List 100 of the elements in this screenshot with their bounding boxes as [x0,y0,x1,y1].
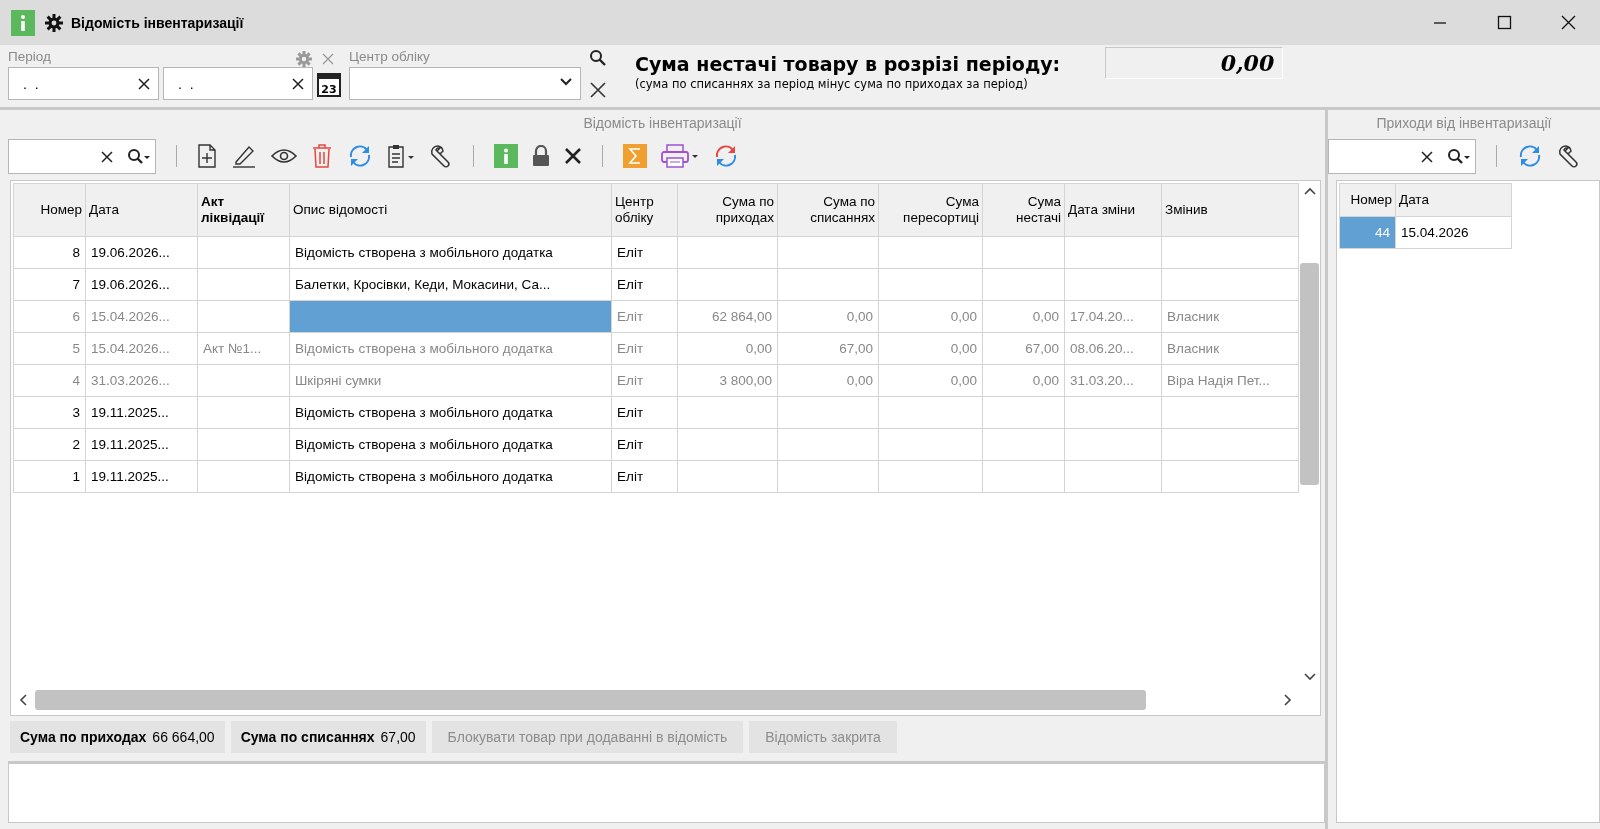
shortage-title: Сума нестачі товару в розрізі періоду: [635,53,1061,75]
calendar-icon[interactable]: 23 [317,70,341,97]
table-cell: Еліт [611,428,678,461]
section-title: Відомість інвентаризації [582,114,743,133]
column-header[interactable]: Змінив [1161,183,1299,237]
clear-icon[interactable] [291,77,305,91]
refresh-icon[interactable] [347,144,373,168]
table-cell: 31.03.20... [1064,364,1162,397]
period-label: Період [8,48,51,66]
column-header[interactable]: Дата зміни [1064,183,1162,237]
dropdown-field[interactable] [349,67,581,100]
lock-icon[interactable] [532,145,550,167]
clear-icon[interactable] [137,77,151,91]
date-field[interactable]: . . [8,67,159,100]
eye-icon[interactable] [271,147,297,165]
window-title: Відомість інвентаризації [71,14,244,31]
column-header[interactable]: Сума по приходах [677,183,778,237]
scroll-down-icon[interactable] [1303,673,1316,681]
total-value: 66 664,00 [152,729,215,745]
column-header[interactable]: Акт ліквідації [197,183,290,237]
table-cell: Відомість створена з мобільного додатка [289,332,612,365]
column-header[interactable]: Дата [1395,183,1512,217]
table-cell: 4 [13,364,86,397]
cancel-icon[interactable] [564,147,582,165]
clipboard-icon[interactable] [387,144,415,168]
delete-icon[interactable] [311,144,333,168]
scroll-left-icon[interactable] [19,694,27,706]
table-cell: 8 [13,236,86,269]
scroll-right-icon[interactable] [1284,694,1292,706]
refresh-icon[interactable] [1517,144,1543,168]
table-cell: 0,00 [777,300,879,333]
table-cell: Акт №1... [197,332,290,365]
table-cell: Відомість створена з мобільного додатка [289,236,612,269]
notes-field[interactable] [8,761,1325,823]
table-cell: 62 864,00 [677,300,778,333]
add-document-icon[interactable] [197,144,217,168]
column-header[interactable]: Сума нестачі [982,183,1065,237]
column-header[interactable]: Сума пересортиці [878,183,983,237]
scrollbar-thumb[interactable] [1300,263,1319,485]
column-header[interactable]: Номер [1339,183,1396,217]
column-header[interactable]: Центр обліку [611,183,678,237]
date-field[interactable]: . . [163,67,313,100]
table-cell: Відомість створена з мобільного додатка [289,396,612,429]
clear-icon[interactable] [589,81,607,99]
column-header[interactable]: Опис відомості [289,183,612,237]
table-cell: 0,00 [982,300,1065,333]
table-cell: 3 800,00 [677,364,778,397]
scroll-up-icon[interactable] [1303,187,1316,195]
wrench-icon[interactable] [1557,144,1581,168]
scrollbar-thumb[interactable] [35,690,1146,710]
table-cell: Еліт [611,300,678,333]
table-cell: Власник [1161,332,1299,365]
table-cell: Шкіряні сумки [289,364,612,397]
table-cell: 2 [13,428,86,461]
search-field[interactable] [1328,138,1476,174]
gear-icon[interactable] [45,13,63,32]
table-cell: 19.06.2026... [85,268,198,301]
total-label: Сума по списаннях [240,729,375,745]
wrench-icon[interactable] [429,144,453,168]
search-icon[interactable] [589,49,607,67]
table-cell: 3 [13,396,86,429]
table-cell: Еліт [611,396,678,429]
table-cell: 19.11.2025... [85,428,198,461]
search-icon[interactable] [1446,147,1470,166]
printer-icon[interactable] [661,144,699,168]
app-icon [11,9,35,36]
table-cell: Відомість створена з мобільного додатка [289,460,612,493]
table-cell: 0,00 [982,364,1065,397]
table-cell: 5 [13,332,86,365]
table-cell: 17.04.20... [1064,300,1162,333]
table-cell: 15.04.2026 [1395,216,1512,249]
search-icon[interactable] [126,147,150,166]
table-cell: Еліт [611,460,678,493]
table-cell: 0,00 [677,332,778,365]
table-cell: 19.11.2025... [85,396,198,429]
table-cell: 08.06.20... [1064,332,1162,365]
column-header[interactable]: Номер [13,183,86,237]
table-cell: 67,00 [982,332,1065,365]
table-cell: 44 [1339,216,1396,249]
table-cell: 0,00 [777,364,879,397]
shortage-note: (сума по списаннях за період мінус сума по приходах за період) [635,77,1029,91]
table-cell: Балетки, Кросівки, Кеди, Мокасини, Са... [289,268,612,301]
refresh-icon[interactable] [713,144,739,168]
search-field[interactable] [8,138,156,174]
section-title: Приходи від інвентаризації [1375,114,1553,133]
chevron-icon[interactable] [559,77,573,87]
table-cell: 7 [13,268,86,301]
table-cell: Власник [1161,300,1299,333]
shortage-value: 0,00 [1105,47,1284,79]
clear-icon[interactable] [100,149,114,164]
table-cell: 0,00 [878,364,983,397]
table-cell: 1 [13,460,86,493]
column-header[interactable]: Сума по списаннях [777,183,879,237]
table-cell: 31.03.2026... [85,364,198,397]
column-header[interactable]: Дата [85,183,198,237]
total-value: 67,00 [380,729,416,745]
table-cell: 6 [13,300,86,333]
pencil-icon[interactable] [231,144,257,168]
clear-icon[interactable] [1420,149,1434,164]
table-cell: 19.06.2026... [85,236,198,269]
